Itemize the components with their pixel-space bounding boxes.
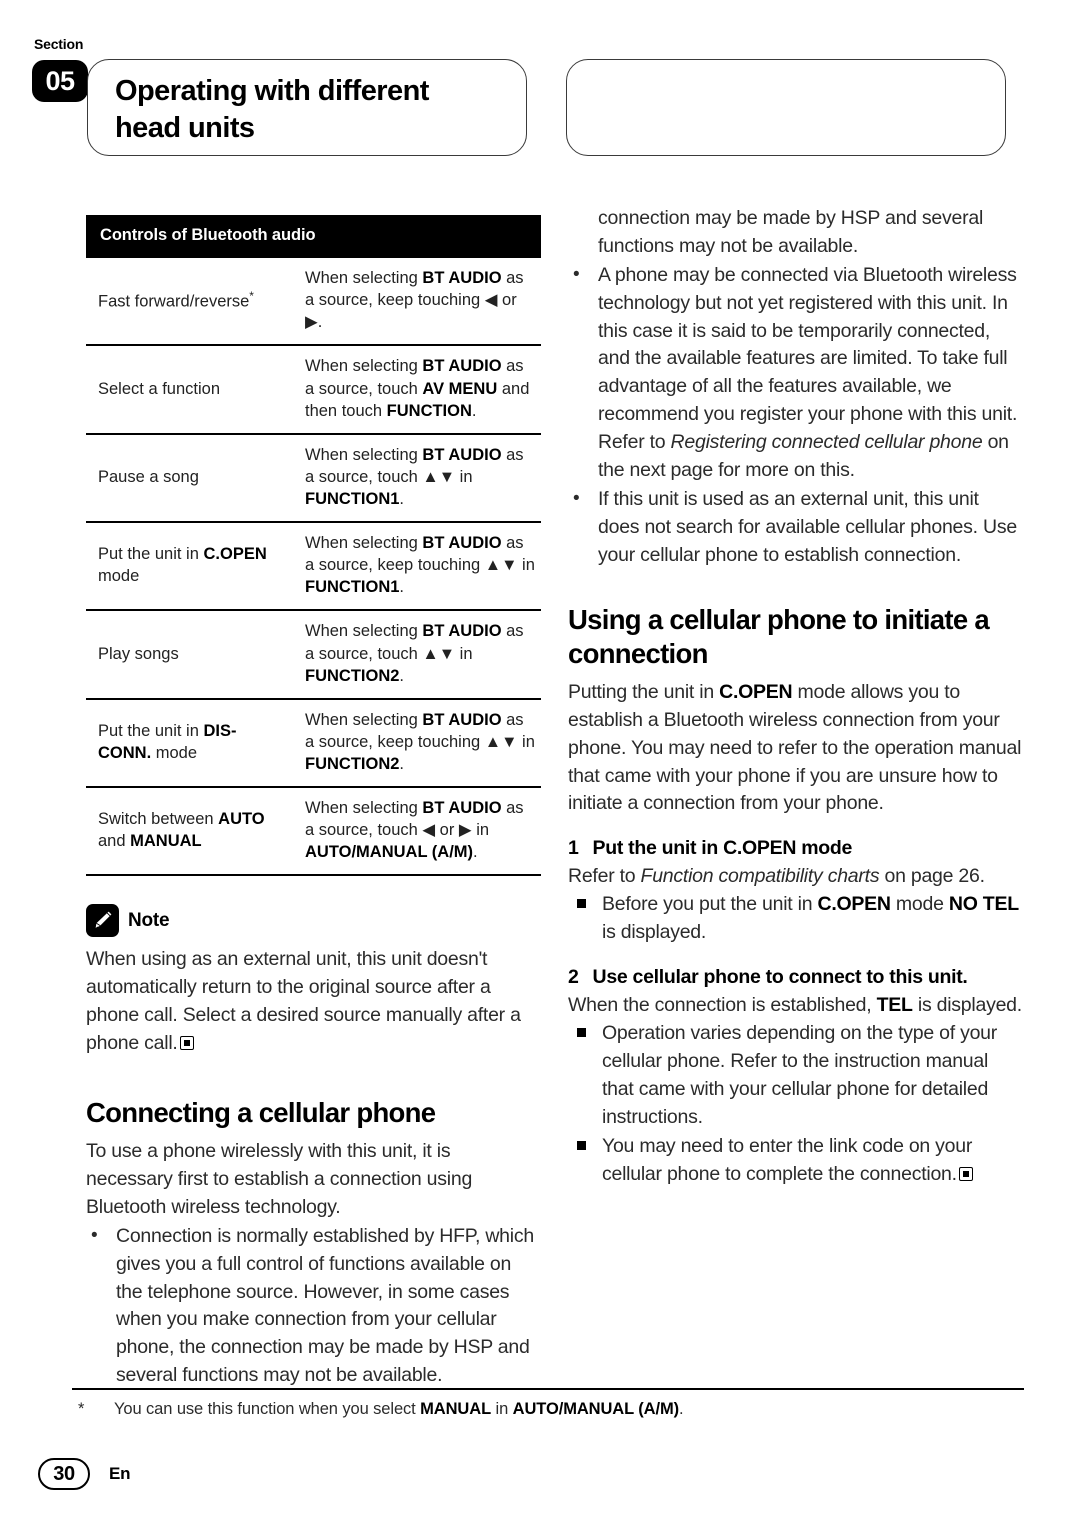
step-body: Refer to Function compatibility charts o… — [568, 864, 985, 887]
language-code: En — [109, 1464, 131, 1483]
step-heading: 2 Use cellular phone to connect to this u… — [568, 966, 968, 989]
controls-table-head: Controls of Bluetooth audio — [86, 215, 541, 259]
table-cell-action: When selecting BT AUDIO as a source, kee… — [291, 257, 541, 347]
end-marker-icon — [958, 1166, 973, 1181]
list-item: A phone may be connected via Bluetooth w… — [568, 261, 1023, 485]
page-footer: 30 En — [38, 1458, 131, 1490]
end-marker-icon — [179, 1036, 194, 1051]
table-row: Select a function When selecting BT AUDIO… — [86, 345, 541, 435]
table-cell-operation: Select a function — [86, 345, 291, 435]
controls-table-caption: Controls of Bluetooth audio — [86, 215, 541, 259]
using-section-title: Using a cellular phone to initiate a con… — [568, 604, 990, 669]
table-cell-action: When selecting BT AUDIO as a source, tou… — [291, 610, 541, 700]
steps-container: 1 Put the unit in C.OPEN mode Refer to Fun… — [568, 835, 1023, 1188]
table-cell-action: When selecting BT AUDIO as a source, tou… — [291, 345, 541, 435]
square-bullet-icon — [577, 1028, 586, 1038]
connecting-bullet-list: Connection is normally established by HF… — [86, 1222, 541, 1390]
page-title: Operating with different head units — [115, 75, 429, 145]
square-bullet-icon — [577, 899, 586, 909]
controls-table-body: Fast forward/reverse* When selecting BT A… — [86, 257, 541, 877]
step-note: Before you put the unit in C.OPEN mode N… — [568, 891, 1023, 947]
step-heading: 1 Put the unit in C.OPEN mode — [568, 837, 853, 860]
square-bullet-icon — [577, 1140, 586, 1150]
section-title-box: Operating with different head units — [87, 59, 527, 156]
note-label: Note — [128, 909, 170, 931]
step-body: When the connection is established, TEL … — [568, 993, 1022, 1016]
connecting-bullet-list-continued: A phone may be connected via Bluetooth w… — [568, 261, 1023, 570]
using-section-intro: Putting the unit in C.OPEN mode allows y… — [568, 680, 1022, 815]
table-row: Switch between AUTO and MANUAL When selec… — [86, 787, 541, 877]
page-header: Section 05 Operating with different head… — [32, 36, 1048, 156]
right-column: connection may be made by HSP and severa… — [568, 205, 1023, 1189]
table-cell-action: When selecting BT AUDIO as a source, tou… — [291, 787, 541, 877]
connecting-section-title: Connecting a cellular phone — [86, 1096, 436, 1128]
table-cell-operation: Put the unit in DIS-CONN. mode — [86, 698, 291, 789]
table-cell-action: When selecting BT AUDIO as a source, kee… — [291, 522, 541, 612]
footnote-marker: * — [78, 1400, 85, 1418]
list-item: If this unit is used as an external unit… — [568, 485, 1023, 570]
table-cell-action: When selecting BT AUDIO as a source, kee… — [291, 698, 541, 789]
table-cell-operation: Play songs — [86, 610, 291, 700]
table-cell-operation: Fast forward/reverse* — [86, 257, 291, 347]
table-cell-action: When selecting BT AUDIO as a source, tou… — [291, 433, 541, 524]
pencil-icon — [86, 904, 119, 938]
step-note: You may need to enter the link code on y… — [568, 1133, 1023, 1189]
table-row: Play songs When selecting BT AUDIO as a s… — [86, 610, 541, 700]
note-header: Note — [86, 904, 541, 938]
continued-bullets: connection may be made by HSP and severa… — [568, 205, 1023, 569]
list-item: Connection is normally established by HF… — [86, 1222, 541, 1390]
section-number-badge: 05 — [32, 60, 88, 102]
table-cell-operation: Put the unit in C.OPEN mode — [86, 522, 291, 612]
table-row: Pause a song When selecting BT AUDIO as a… — [86, 433, 541, 524]
header-box-right — [566, 59, 1006, 156]
table-row: Fast forward/reverse* When selecting BT A… — [86, 257, 541, 347]
controls-table: Controls of Bluetooth audio Fast forward… — [86, 215, 541, 877]
note-text: When using as an external unit, this uni… — [86, 948, 521, 1055]
table-cell-operation: Switch between AUTO and MANUAL — [86, 787, 291, 877]
table-cell-operation: Pause a song — [86, 433, 291, 524]
table-row: Put the unit in DIS-CONN. mode When selec… — [86, 698, 541, 789]
bullet-continuation-text: connection may be made by HSP and severa… — [598, 207, 984, 257]
section-label: Section — [34, 36, 84, 52]
table-row: Put the unit in C.OPEN mode When selectin… — [86, 522, 541, 612]
footnote: * You can use this function when you sele… — [78, 1398, 1028, 1421]
footnote-text: You can use this function when you selec… — [114, 1400, 684, 1418]
step-note: Operation varies depending on the type o… — [568, 1020, 1023, 1132]
page-number: 30 — [38, 1458, 90, 1490]
connecting-section-intro: To use a phone wirelessly with this unit… — [86, 1140, 473, 1218]
footnote-divider — [72, 1388, 1024, 1390]
left-column: Controls of Bluetooth audio Fast forward… — [86, 205, 541, 1390]
step-number: 1 — [568, 837, 579, 860]
step-number: 2 — [568, 966, 579, 989]
